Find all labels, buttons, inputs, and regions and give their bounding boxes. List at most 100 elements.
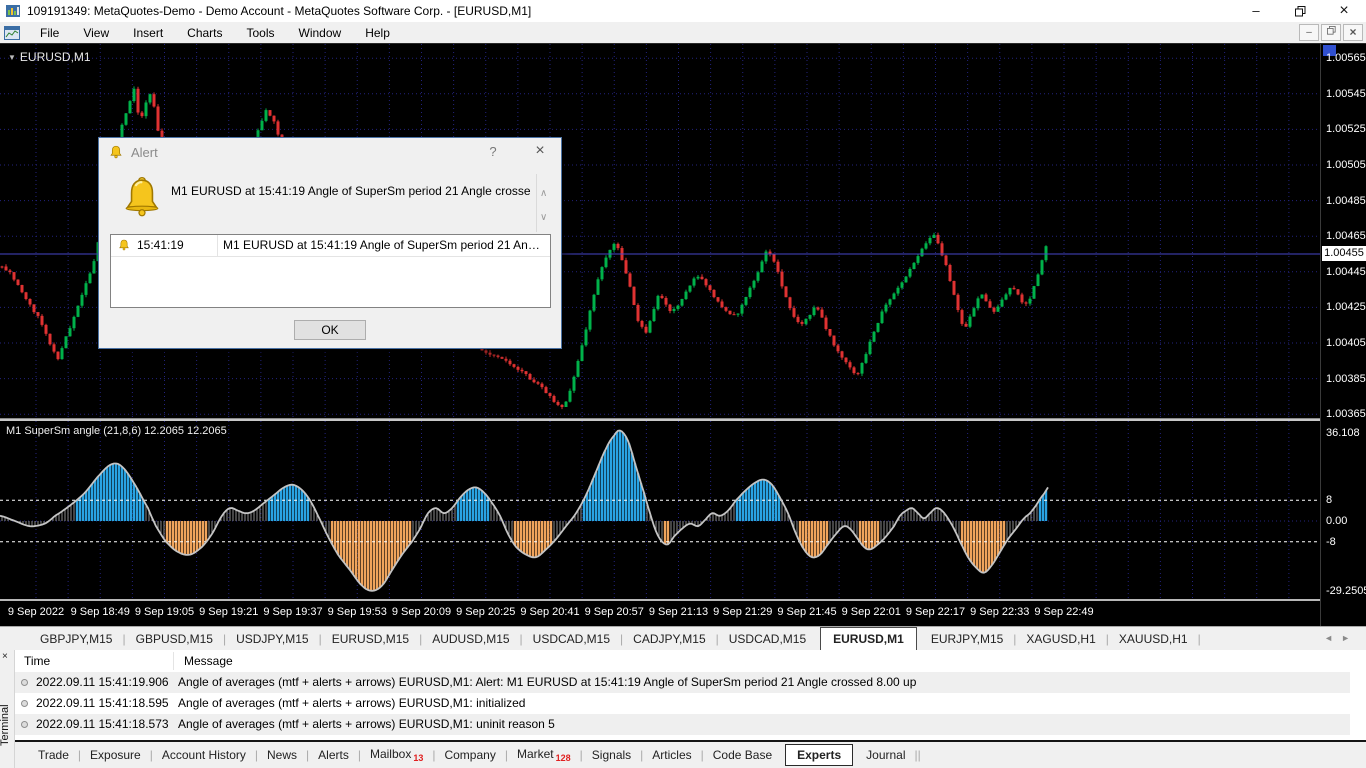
indicator-axis-zero: 0.00 [1326,515,1348,527]
price-axis-label: 1.00425 [1326,301,1366,314]
child-restore-button[interactable] [1321,24,1341,41]
terminal-tab-exposure[interactable]: Exposure [81,745,150,765]
terminal-tab-news[interactable]: News [258,745,306,765]
price-axis-label: 1.00565 [1326,52,1366,65]
chart-tab-usdcad-m15[interactable]: USDCAD,M15 [523,629,620,649]
chart-tab-gbpusd-m15[interactable]: GBPUSD,M15 [126,629,223,649]
dialog-close-button[interactable]: × [527,142,553,160]
time-axis-label: 9 Sep 21:45 [777,606,837,618]
terminal-log-row[interactable]: 2022.09.11 15:41:19.906 Angle of averages… [15,672,1350,693]
price-axis[interactable]: 1.00455 36.108 8 0.00 -8 -29.2505 1.0056… [1320,44,1366,626]
price-axis-label: 1.00365 [1326,408,1366,421]
time-axis-label: 9 Sep 21:13 [648,606,709,618]
time-axis-label: 9 Sep 22:33 [970,606,1030,618]
indicator-axis-lower: -8 [1326,536,1336,548]
chart-tab-eurusd-m1[interactable]: EURUSD,M1 [820,626,917,651]
menu-item-file[interactable]: File [28,22,71,44]
indicator-axis-min: -29.2505 [1326,585,1366,597]
app-icon [6,5,20,17]
restore-button[interactable] [1278,0,1322,22]
title-bar: 109191349: MetaQuotes-Demo - Demo Accoun… [0,0,1366,22]
chart-tab-eurjpy-m15[interactable]: EURJPY,M15 [921,629,1013,649]
menu-item-insert[interactable]: Insert [121,22,175,44]
time-axis-label: 9 Sep 21:29 [713,606,773,618]
log-time: 2022.09.11 15:41:18.573 [36,717,169,731]
column-header-time[interactable]: Time [24,654,50,668]
log-message: Angle of averages (mtf + alerts + arrows… [178,717,555,731]
chart-tab-usdcad-m15[interactable]: USDCAD,M15 [719,629,816,649]
time-axis-label: 9 Sep 20:41 [520,606,580,618]
alert-row-time: 15:41:19 [137,238,184,252]
column-separator[interactable] [173,652,174,670]
dialog-help-button[interactable]: ? [483,144,503,159]
tab-scroll-left-icon[interactable]: ◄ [1324,633,1341,643]
terminal-log-row[interactable]: 2022.09.11 15:41:18.595 Angle of averages… [15,693,1350,714]
terminal-side-strip: × Terminal [0,650,15,768]
symbol-dropdown-icon[interactable]: ▼ [8,53,16,62]
chart-tab-gbpjpy-m15[interactable]: GBPJPY,M15 [30,629,122,649]
terminal-log-row[interactable]: 2022.09.11 15:41:18.573 Angle of averages… [15,714,1350,735]
menu-item-tools[interactable]: Tools [235,22,287,44]
tab-scroll-right-icon[interactable]: ► [1341,633,1358,643]
ok-button[interactable]: OK [294,320,366,340]
price-axis-label: 1.00505 [1326,159,1366,171]
menu-items: File View Insert Charts Tools Window Help [28,22,402,44]
tab-separator: | [1197,631,1201,646]
terminal-tab-journal[interactable]: Journal [857,745,914,765]
terminal-tab-signals[interactable]: Signals [583,745,640,765]
price-axis-label: 1.00445 [1326,265,1366,278]
terminal-tab-code-base[interactable]: Code Base [704,745,781,765]
symbol-label: ▼ EURUSD,M1 [8,50,91,64]
log-time: 2022.09.11 15:41:18.595 [36,696,169,710]
row-bell-icon [119,239,129,251]
log-message: Angle of averages (mtf + alerts + arrows… [178,696,526,710]
log-message: Angle of averages (mtf + alerts + arrows… [178,675,917,689]
chart-tab-cadjpy-m15[interactable]: CADJPY,M15 [623,629,715,649]
menu-item-window[interactable]: Window [287,22,354,44]
price-axis-label: 1.00385 [1326,372,1366,385]
current-price-box: 1.00455 [1322,246,1366,261]
terminal-tab-account-history[interactable]: Account History [153,745,255,765]
indicator-axis-upper: 8 [1326,494,1333,506]
log-bullet-icon [21,679,28,686]
alert-dialog-titlebar[interactable]: Alert ? × [99,138,561,166]
restore-icon [1294,6,1305,17]
chart-tab-usdjpy-m15[interactable]: USDJPY,M15 [226,629,318,649]
chart-tab-xauusd-h1[interactable]: XAUUSD,H1 [1109,629,1198,649]
price-axis-label: 1.00405 [1326,337,1366,349]
chart-tab-xagusd-h1[interactable]: XAGUSD,H1 [1016,629,1105,649]
tab-badge: 13 [413,753,424,763]
time-axis-label: 9 Sep 19:53 [327,606,387,618]
spinner-up-icon[interactable]: ∧ [540,188,547,199]
terminal-tab-experts[interactable]: Experts [785,744,854,766]
child-minimize-button[interactable]: – [1299,24,1319,41]
time-axis-label: 9 Sep 20:57 [584,606,644,618]
terminal-close-icon[interactable]: × [2,651,8,662]
child-window-controls: – × [1299,24,1363,41]
menu-item-view[interactable]: View [71,22,121,44]
chart-window-icon [4,25,20,40]
alert-list-row[interactable]: 15:41:19 M1 EURUSD at 15:41:19 Angle of … [111,235,550,257]
terminal-tab-alerts[interactable]: Alerts [309,745,358,765]
menu-item-charts[interactable]: Charts [175,22,234,44]
terminal-panel-label: Terminal [0,704,11,746]
terminal-tab-market[interactable]: Market 128 [508,744,580,766]
column-header-message[interactable]: Message [184,654,233,668]
terminal-tab-trade[interactable]: Trade [29,745,78,765]
minimize-button[interactable]: – [1234,0,1278,22]
terminal-tab-bar: Trade | Exposure | Account History | News | Aler… [15,740,1366,768]
indicator-chart[interactable] [0,421,1320,599]
chart-tab-audusd-m15[interactable]: AUDUSD,M15 [422,629,519,649]
terminal-tab-mailbox[interactable]: Mailbox 13 [361,744,432,766]
child-close-button[interactable]: × [1343,24,1363,41]
menu-item-help[interactable]: Help [353,22,402,44]
chart-tab-eurusd-m15[interactable]: EURUSD,M15 [322,629,419,649]
terminal-tab-articles[interactable]: Articles [643,745,700,765]
spinner-down-icon[interactable]: ∨ [540,212,547,223]
alert-message: M1 EURUSD at 15:41:19 Angle of SuperSm p… [171,184,531,198]
alert-row-separator [217,235,218,256]
close-button[interactable]: × [1322,0,1366,22]
terminal-tab-company[interactable]: Company [435,745,504,765]
time-axis[interactable]: 9 Sep 2022 9 Sep 18:49 9 Sep 19:05 9 Sep 19… [0,601,1366,626]
alert-dialog-title: Alert [131,145,158,160]
